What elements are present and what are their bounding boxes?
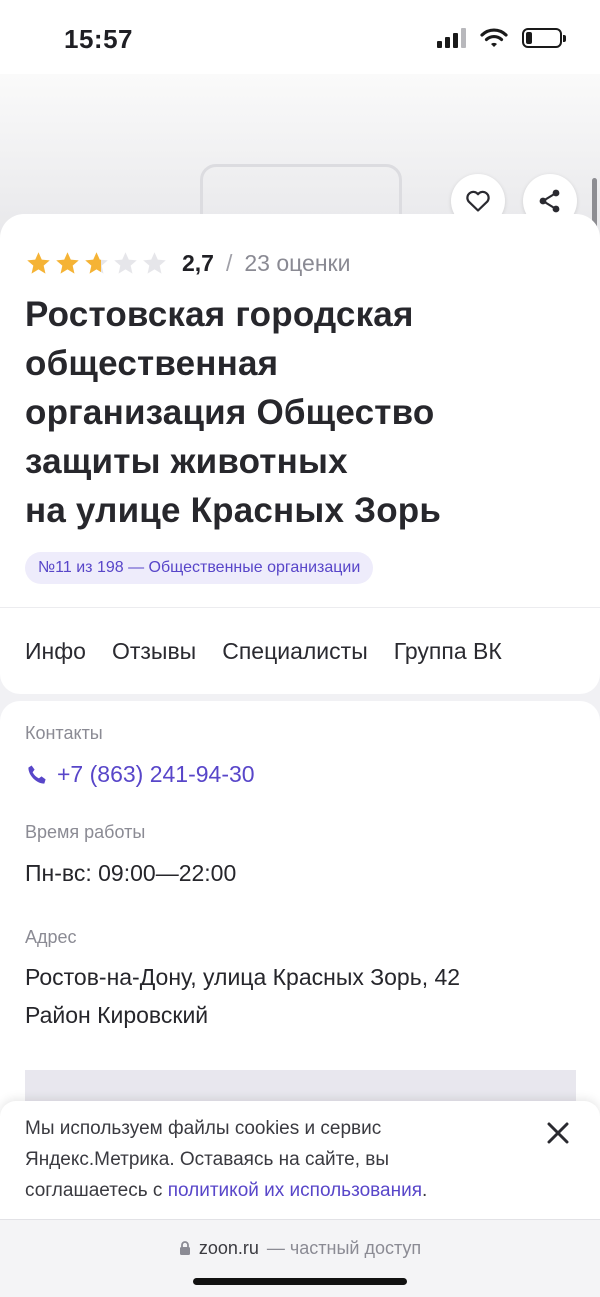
title-line: защиты животных bbox=[25, 442, 348, 481]
url-domain: zoon.ru bbox=[198, 1238, 259, 1258]
tab-specialists[interactable]: Специалисты bbox=[222, 638, 368, 665]
contacts-label: Контакты bbox=[25, 723, 103, 743]
title-line: общественная bbox=[25, 344, 279, 383]
rating-separator: / bbox=[225, 250, 233, 276]
district-line: Район Кировский bbox=[25, 1002, 209, 1028]
hours-value: Пн-вс: 09:00—22:00 bbox=[25, 860, 237, 886]
rating-value: 2,7 bbox=[182, 250, 214, 276]
cookie-policy-link[interactable]: политикой их использования bbox=[168, 1180, 422, 1201]
phone-row[interactable]: +7 (863) 241-94-30 bbox=[25, 761, 255, 788]
battery-icon bbox=[522, 28, 566, 48]
status-icons bbox=[437, 28, 566, 48]
phone-link[interactable]: +7 (863) 241-94-30 bbox=[57, 761, 255, 788]
browser-address-bar[interactable]: zoon.ru — частный доступ bbox=[0, 1219, 600, 1297]
cookie-close-button[interactable] bbox=[544, 1119, 572, 1147]
tab-vk-group[interactable]: Группа ВК bbox=[394, 638, 502, 665]
share-icon bbox=[539, 189, 560, 213]
star-icon bbox=[27, 252, 50, 274]
star-icon bbox=[56, 252, 79, 274]
rating-count[interactable]: 23 оценки bbox=[244, 250, 350, 277]
page-title: Ростовская городская общественная органи… bbox=[25, 290, 545, 535]
url-row[interactable]: zoon.ru — частный доступ bbox=[0, 1238, 600, 1259]
title-line: Ростовская городская bbox=[25, 295, 414, 334]
close-icon bbox=[547, 1122, 569, 1144]
phone-icon bbox=[28, 765, 46, 784]
hours-label: Время работы bbox=[25, 822, 146, 842]
rank-badge[interactable]: №11 из 198 — Общественные организации bbox=[25, 552, 374, 584]
tab-info[interactable]: Инфо bbox=[25, 638, 86, 665]
status-bar: 15:57 bbox=[0, 0, 600, 74]
url-note: — частный доступ bbox=[266, 1238, 422, 1258]
heart-icon bbox=[466, 190, 490, 212]
battery-level bbox=[526, 32, 532, 44]
divider bbox=[0, 607, 600, 608]
tab-reviews[interactable]: Отзывы bbox=[112, 638, 196, 665]
title-line: организация Общество bbox=[25, 393, 435, 432]
title-line: на улице Красных Зорь bbox=[25, 491, 442, 530]
wifi-icon bbox=[480, 28, 508, 47]
star-icon bbox=[85, 252, 108, 274]
star-icon bbox=[114, 252, 137, 274]
organization-card: 2,7 / 23 оценки Ростовская городская общ… bbox=[0, 214, 600, 694]
cookie-banner: Мы используем файлы cookies и сервис Янд… bbox=[0, 1101, 600, 1219]
info-card: Контакты +7 (863) 241-94-30 Время работы… bbox=[0, 701, 600, 1130]
tab-bar: Инфо Отзывы Специалисты Группа ВК bbox=[25, 638, 502, 665]
star-icon bbox=[143, 252, 166, 274]
cookie-period: . bbox=[422, 1180, 428, 1201]
cookie-text: Мы используем файлы cookies и сервис Янд… bbox=[25, 1113, 495, 1206]
cellular-signal-icon bbox=[437, 28, 466, 48]
status-time: 15:57 bbox=[64, 24, 133, 54]
rating-stars bbox=[25, 250, 168, 277]
address-line: Ростов-на-Дону, улица Красных Зорь, 42 bbox=[25, 964, 461, 990]
home-indicator[interactable] bbox=[193, 1278, 407, 1285]
address-label: Адрес bbox=[25, 927, 77, 947]
rating-row[interactable]: 2,7 / 23 оценки bbox=[25, 250, 350, 277]
lock-icon bbox=[179, 1241, 190, 1255]
